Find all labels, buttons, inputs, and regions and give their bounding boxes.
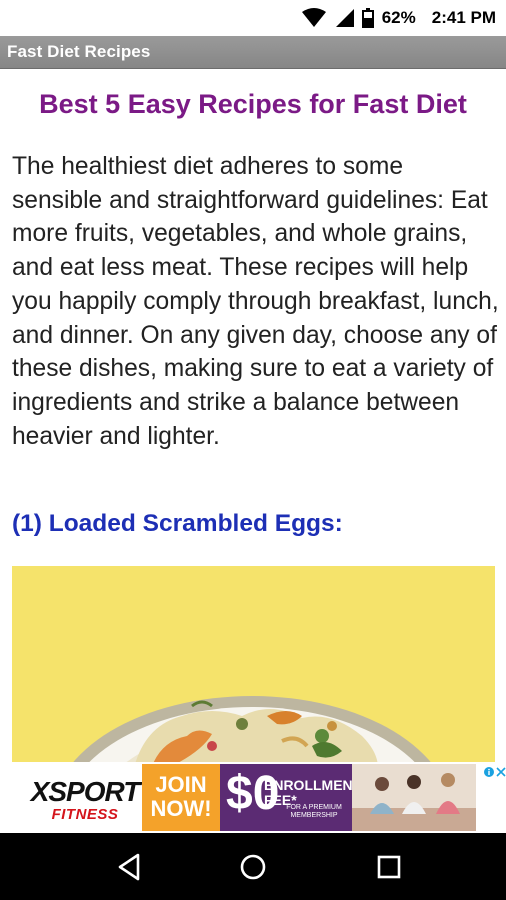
status-bar: 62% 2:41 PM bbox=[0, 0, 506, 36]
home-button[interactable] bbox=[237, 851, 269, 883]
clock: 2:41 PM bbox=[431, 8, 496, 27]
ad-info-icon[interactable] bbox=[484, 764, 494, 782]
app-bar: Fast Diet Recipes bbox=[0, 36, 506, 69]
ad-brand: XSPORT bbox=[30, 776, 141, 807]
page-title: Best 5 Easy Recipes for Fast Diet bbox=[39, 89, 467, 119]
ad-fee-panel[interactable]: $0 ENROLLMENT FEE* FOR A PREMIUM MEMBERS… bbox=[220, 764, 361, 831]
ad-choices[interactable] bbox=[484, 764, 506, 782]
article-content[interactable]: Best 5 Easy Recipes for Fast Diet The he… bbox=[0, 69, 506, 762]
ad-join-panel[interactable]: JOIN NOW! bbox=[142, 764, 220, 831]
battery-percent: 62% bbox=[381, 8, 416, 27]
home-icon bbox=[237, 851, 269, 883]
app-title: Fast Diet Recipes bbox=[7, 42, 151, 61]
ad-fee-small: FOR A PREMIUM MEMBERSHIP bbox=[286, 804, 342, 819]
intro-paragraph: The healthiest diet adheres to some sens… bbox=[12, 153, 499, 450]
ad-brand-logo[interactable]: XSPORT FITNESS bbox=[28, 764, 142, 831]
ad-join-line1: JOIN bbox=[155, 772, 207, 797]
recipe-image bbox=[12, 566, 495, 762]
recipe-heading: (1) Loaded Scrambled Eggs: bbox=[12, 510, 343, 537]
ad-fee-line1: ENROLLMENT bbox=[264, 777, 362, 793]
ad-close-icon[interactable] bbox=[496, 764, 506, 782]
cell-signal-icon bbox=[334, 8, 354, 28]
back-button[interactable] bbox=[113, 851, 145, 883]
ad-join-line2: NOW! bbox=[150, 796, 212, 821]
recents-icon bbox=[373, 851, 405, 883]
ad-banner[interactable]: XSPORT FITNESS JOIN NOW! $0 ENROLLMENT F… bbox=[0, 762, 506, 833]
recents-button[interactable] bbox=[373, 851, 405, 883]
ad-photo[interactable] bbox=[352, 764, 476, 831]
back-icon bbox=[113, 851, 145, 883]
ad-brand-sub: FITNESS bbox=[51, 806, 119, 823]
navigation-bar bbox=[0, 833, 506, 900]
status-icons: 62% 2:41 PM bbox=[301, 6, 496, 30]
wifi-icon bbox=[301, 8, 326, 28]
battery-icon bbox=[361, 8, 374, 28]
